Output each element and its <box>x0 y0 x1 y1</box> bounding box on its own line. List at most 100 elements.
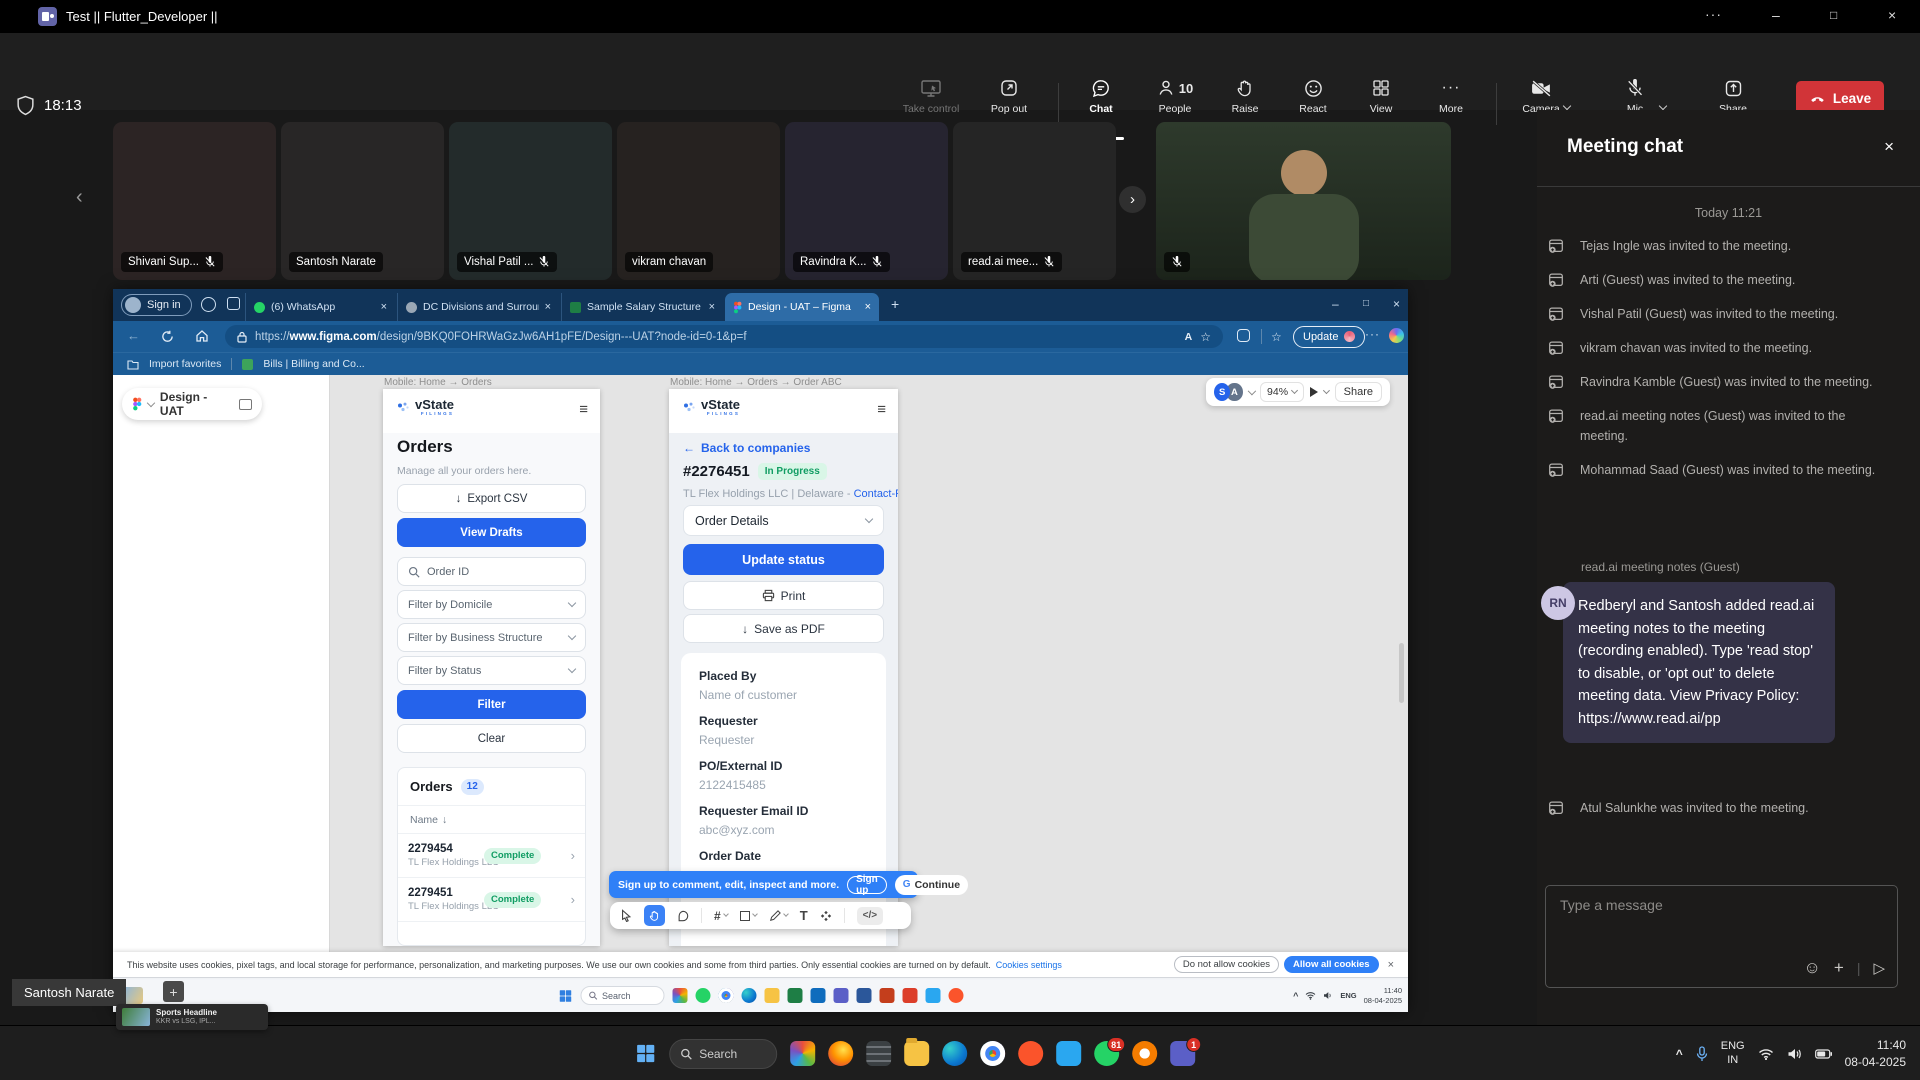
hamburger-menu-icon[interactable]: ≡ <box>877 401 886 418</box>
video-tile[interactable]: SS Shivani Sup... <box>113 122 276 280</box>
order-details-dropdown[interactable]: Order Details <box>683 505 884 536</box>
notification-toast[interactable]: Sports Headline KKR vs LSG, IPL... <box>116 1004 268 1030</box>
favorite-star-icon[interactable]: ☆ <box>1200 330 1211 344</box>
browser-menu-icon[interactable]: ··· <box>1365 327 1380 341</box>
tab-close-icon[interactable]: × <box>865 301 871 313</box>
contact-person-link[interactable]: Contact-Person <box>854 488 898 500</box>
allow-cookies-button[interactable]: Allow all cookies <box>1284 956 1379 973</box>
order-id-search-input[interactable]: Order ID <box>397 557 586 586</box>
raise-button[interactable]: Raise <box>1212 78 1278 115</box>
video-tile[interactable]: RK Ravindra K... <box>785 122 948 280</box>
tiles-scroll-left-icon[interactable]: ‹ <box>76 186 83 209</box>
present-play-icon[interactable] <box>1310 387 1318 397</box>
resources-tool-icon[interactable] <box>820 910 832 922</box>
attach-plus-icon[interactable]: + <box>1834 958 1844 978</box>
filter-domicile-select[interactable]: Filter by Domicile <box>397 590 586 619</box>
taskbar-search-box[interactable]: Search <box>669 1039 777 1069</box>
back-to-companies-link[interactable]: ←Back to companies <box>683 441 810 455</box>
react-button[interactable]: React <box>1280 78 1346 115</box>
browser-minimize-button[interactable]: – <box>1332 297 1339 311</box>
tab-close-icon[interactable]: × <box>381 301 387 313</box>
signup-button[interactable]: Sign up <box>847 876 887 894</box>
browser-tab-active[interactable]: Design - UAT – Figma × <box>725 293 879 321</box>
video-tile[interactable]: VP Vishal Patil ... <box>449 122 612 280</box>
canvas-scrollbar[interactable] <box>1399 643 1404 703</box>
update-button[interactable]: Update <box>1293 326 1365 348</box>
word-icon[interactable] <box>856 988 871 1003</box>
workspaces-icon[interactable] <box>201 297 216 312</box>
file-explorer-icon[interactable] <box>764 988 779 1003</box>
filter-business-structure-select[interactable]: Filter by Business Structure <box>397 623 586 652</box>
tray-chevron-icon[interactable]: ^ <box>1676 1047 1683 1061</box>
vscode-icon[interactable] <box>1056 1041 1081 1066</box>
clear-button[interactable]: Clear <box>397 724 586 753</box>
browser-tab[interactable]: (6) WhatsApp × <box>245 293 395 321</box>
send-icon[interactable]: ▷ <box>1873 959 1885 977</box>
shape-tool-icon[interactable] <box>740 911 757 921</box>
tray-language[interactable]: ENG <box>1340 991 1356 1000</box>
tray-mic-icon[interactable] <box>1696 1046 1708 1062</box>
hamburger-menu-icon[interactable]: ≡ <box>579 401 588 418</box>
favorites-bar-icon[interactable]: ☆ <box>1271 330 1282 344</box>
titlebar-more-icon[interactable]: ··· <box>1705 6 1722 22</box>
frame-tool-icon[interactable]: # <box>714 909 728 923</box>
browser-close-button[interactable]: × <box>1393 297 1400 311</box>
google-continue-button[interactable]: G Continue <box>895 875 968 895</box>
tab-close-icon[interactable]: × <box>545 301 551 313</box>
spotlight-video-tile[interactable] <box>1156 122 1451 280</box>
chat-message-input[interactable]: Type a message ☺ + | ▷ <box>1545 885 1898 988</box>
whatsapp-icon[interactable] <box>695 988 710 1003</box>
cookie-close-icon[interactable]: × <box>1388 959 1394 971</box>
edge-icon[interactable] <box>741 988 756 1003</box>
browser-icon[interactable] <box>1132 1041 1157 1066</box>
print-button[interactable]: Print <box>683 581 884 610</box>
filter-button[interactable]: Filter <box>397 690 586 719</box>
brave-icon[interactable] <box>948 988 963 1003</box>
export-csv-button[interactable]: ↓Export CSV <box>397 484 586 513</box>
start-icon[interactable] <box>558 989 572 1003</box>
file-explorer-icon[interactable] <box>904 1041 929 1066</box>
more-button[interactable]: ··· More <box>1418 78 1484 115</box>
url-bar[interactable]: https://www.figma.com/design/9BKQ0FOHRWa… <box>225 325 1223 348</box>
tray-volume-icon[interactable] <box>1787 1048 1802 1060</box>
filter-status-select[interactable]: Filter by Status <box>397 656 586 685</box>
home-icon[interactable] <box>195 329 209 343</box>
photos-icon[interactable] <box>790 1041 815 1066</box>
powerpoint-icon[interactable] <box>879 988 894 1003</box>
cookie-settings-link[interactable]: Cookies settings <box>996 960 1062 970</box>
update-status-button[interactable]: Update status <box>683 544 884 575</box>
tray-wifi-icon[interactable] <box>1305 991 1316 1000</box>
save-as-pdf-button[interactable]: ↓Save as PDF <box>683 614 884 643</box>
tray-battery-icon[interactable] <box>1815 1049 1832 1059</box>
chat-button[interactable]: Chat <box>1068 78 1134 115</box>
teams-icon[interactable] <box>833 988 848 1003</box>
chrome-icon[interactable] <box>718 988 733 1003</box>
bookmark-link[interactable]: Bills | Billing and Co... <box>263 358 364 370</box>
video-tile[interactable]: SN Santosh Narate <box>281 122 444 280</box>
video-tile[interactable]: RN read.ai mee... <box>953 122 1116 280</box>
tray-chevron-icon[interactable]: ^ <box>1293 991 1298 1001</box>
vscode-icon[interactable] <box>925 988 940 1003</box>
refresh-icon[interactable] <box>161 330 174 343</box>
zoom-control[interactable]: 94% <box>1260 382 1304 402</box>
back-icon[interactable]: ← <box>127 328 140 343</box>
tray-clock[interactable]: 11:4008-04-2025 <box>1845 1037 1906 1071</box>
close-button[interactable]: × <box>1888 7 1896 23</box>
figma-share-button[interactable]: Share <box>1335 382 1382 402</box>
pop-out-button[interactable]: Pop out <box>976 78 1042 115</box>
people-button[interactable]: 10 People <box>1138 78 1212 115</box>
new-tab-button[interactable]: + <box>891 296 899 312</box>
browser-tab[interactable]: DC Divisions and Surroundings × <box>397 293 559 321</box>
acrobat-icon[interactable] <box>902 988 917 1003</box>
video-tile[interactable]: vikram chavan <box>617 122 780 280</box>
frame-label[interactable]: Mobile: Home → Orders <box>384 377 492 388</box>
read-aloud-icon[interactable]: A <box>1185 331 1193 343</box>
text-tool-icon[interactable]: T <box>800 908 808 923</box>
tray-volume-icon[interactable] <box>1323 991 1333 1000</box>
chat-close-icon[interactable]: × <box>1884 137 1894 157</box>
teams-icon[interactable]: 1 <box>1170 1041 1195 1066</box>
hand-tool-icon[interactable] <box>644 905 665 926</box>
shared-search-box[interactable]: Search <box>580 986 664 1005</box>
tray-wifi-icon[interactable] <box>1758 1048 1774 1060</box>
comment-tool-icon[interactable] <box>677 910 689 922</box>
